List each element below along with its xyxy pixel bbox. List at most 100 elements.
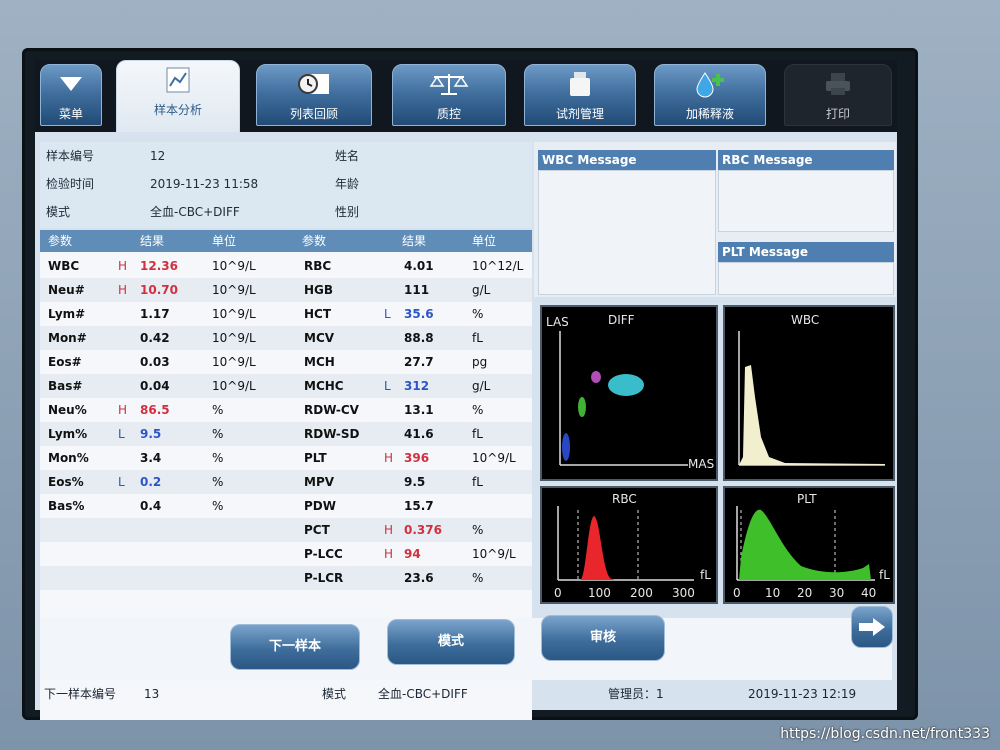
cell-param: Neu% xyxy=(48,403,87,417)
printer-icon xyxy=(785,69,891,99)
patient-name-label: 姓名 xyxy=(335,149,360,163)
menu-down-arrow-icon xyxy=(41,69,101,99)
next-sample-value: 13 xyxy=(144,687,160,701)
cell-param: P-LCC xyxy=(304,547,343,561)
table-row: Eos# 0.03 10^9/L MCH 27.7 pg xyxy=(40,350,532,374)
tab-label: 试剂管理 xyxy=(555,107,604,121)
cell-result: 23.6 xyxy=(404,571,434,585)
tab-quality-control[interactable]: 质控 xyxy=(392,64,506,126)
cell-unit: % xyxy=(212,427,224,441)
arrow-right-icon xyxy=(859,618,885,636)
message-panel: WBC Message RBC Message PLT Message xyxy=(534,142,896,297)
cell-result: 15.7 xyxy=(404,499,434,513)
wbc-histogram: WBC xyxy=(723,305,895,481)
cell-result: 111 xyxy=(404,283,430,297)
cell-param: Eos% xyxy=(48,475,84,489)
rbc-tick: 200 xyxy=(630,586,653,600)
cell-flag: H xyxy=(384,547,394,561)
table-row: PCT H 0.376% xyxy=(40,518,532,542)
rbc-tick: 300 xyxy=(672,586,695,600)
col-header-unit-2: 单位 xyxy=(472,234,497,248)
table-row: P-LCR 23.6% xyxy=(40,566,532,590)
cell-unit: fL xyxy=(472,427,483,441)
next-sample-button[interactable]: 下一样本 xyxy=(230,624,360,670)
cell-param: HCT xyxy=(304,307,332,321)
cell-unit: % xyxy=(212,475,224,489)
cell-unit: 10^9/L xyxy=(212,283,256,297)
table-row: Mon# 0.42 10^9/L MCV 88.8 fL xyxy=(40,326,532,350)
cell-param: MCH xyxy=(304,355,335,369)
cell-unit: 10^9/L xyxy=(212,259,256,273)
cell-result: 0.04 xyxy=(140,379,170,393)
plt-tick: 40 xyxy=(861,586,877,600)
cell-flag: H xyxy=(118,283,128,297)
table-row: Neu% H 86.5% RDW-CV 13.1% xyxy=(40,398,532,422)
main-content: 样本编号 12 姓名 检验时间 2019-11-23 11:58 年龄 模式 全… xyxy=(35,132,897,720)
cell-unit: pg xyxy=(472,355,488,369)
tab-label: 列表回顾 xyxy=(289,107,338,121)
cell-result: 10.70 xyxy=(140,283,178,297)
cell-result: 12.36 xyxy=(140,259,178,273)
cell-flag: H xyxy=(384,451,394,465)
col-header-result-2: 结果 xyxy=(402,234,427,248)
table-row: Mon% 3.4% PLT H 396 10^9/L xyxy=(40,446,532,470)
plt-histogram: PLT fL 0 10 20 30 40 xyxy=(723,486,895,604)
tab-label: 打印 xyxy=(825,107,850,121)
tab-label: 质控 xyxy=(436,107,461,121)
cell-result: 41.6 xyxy=(404,427,434,441)
status-footer: 下一样本编号 13 模式 全血-CBC+DIFF 管理员：1 2019-11-2… xyxy=(40,680,892,708)
sample-id-label: 样本编号 xyxy=(46,149,95,163)
cell-result: 88.8 xyxy=(404,331,434,345)
rbc-tick: 0 xyxy=(554,586,562,600)
table-row: Neu# H 10.70 10^9/L HGB 111 g/L xyxy=(40,278,532,302)
cell-param: Mon# xyxy=(48,331,87,345)
next-page-button[interactable] xyxy=(851,606,893,648)
cell-unit: 10^9/L xyxy=(212,331,256,345)
patient-sex-label: 性别 xyxy=(335,205,360,219)
cell-unit: g/L xyxy=(472,379,491,393)
cell-param: RBC xyxy=(304,259,332,273)
next-sample-label: 下一样本编号 xyxy=(44,687,117,701)
diff-scatter-plot: LAS DIFF MAS xyxy=(540,305,718,481)
cell-param: Lym# xyxy=(48,307,86,321)
cell-unit: % xyxy=(212,403,224,417)
cell-param: Bas# xyxy=(48,379,83,393)
cell-result: 86.5 xyxy=(140,403,170,417)
operator: 管理员：1 xyxy=(608,687,664,701)
review-button[interactable]: 审核 xyxy=(541,615,665,661)
table-row: Bas% 0.4% PDW 15.7 xyxy=(40,494,532,518)
cell-unit: 10^9/L xyxy=(212,355,256,369)
plt-tick: 10 xyxy=(765,586,781,600)
cell-param: WBC xyxy=(48,259,80,273)
plt-tick: 0 xyxy=(733,586,741,600)
cell-unit: 10^9/L xyxy=(472,547,516,561)
table-row: Eos% L 0.2% MPV 9.5 fL xyxy=(40,470,532,494)
cell-param: MCV xyxy=(304,331,335,345)
cell-result: 35.6 xyxy=(404,307,434,321)
footer-mode-label: 模式 xyxy=(322,687,347,701)
cell-unit: fL xyxy=(472,331,483,345)
tab-menu[interactable]: 菜单 xyxy=(40,64,102,126)
cell-result: 0.03 xyxy=(140,355,170,369)
tab-print[interactable]: 打印 xyxy=(784,64,892,126)
tab-add-diluent[interactable]: 加稀释液 xyxy=(654,64,766,126)
plt-tick: 20 xyxy=(797,586,813,600)
cell-result: 0.4 xyxy=(140,499,162,513)
cell-param: PDW xyxy=(304,499,336,513)
cell-unit: % xyxy=(472,571,484,585)
cell-unit: % xyxy=(212,499,224,513)
tab-list-review[interactable]: 列表回顾 xyxy=(256,64,372,126)
cell-param: MCHC xyxy=(304,379,344,393)
cell-unit: 10^9/L xyxy=(212,307,256,321)
mode-button[interactable]: 模式 xyxy=(387,619,515,665)
cell-unit: 10^12/L xyxy=(472,259,524,273)
tab-reagent-management[interactable]: 试剂管理 xyxy=(524,64,636,126)
test-time-value: 2019-11-23 11:58 xyxy=(150,177,259,191)
cell-flag: H xyxy=(384,523,394,537)
tab-sample-analysis[interactable]: 样本分析 xyxy=(116,60,240,135)
cell-result: 1.17 xyxy=(140,307,170,321)
cell-param: MPV xyxy=(304,475,335,489)
cell-unit: 10^9/L xyxy=(212,379,256,393)
cell-flag: H xyxy=(118,259,128,273)
cell-flag: L xyxy=(384,379,391,393)
